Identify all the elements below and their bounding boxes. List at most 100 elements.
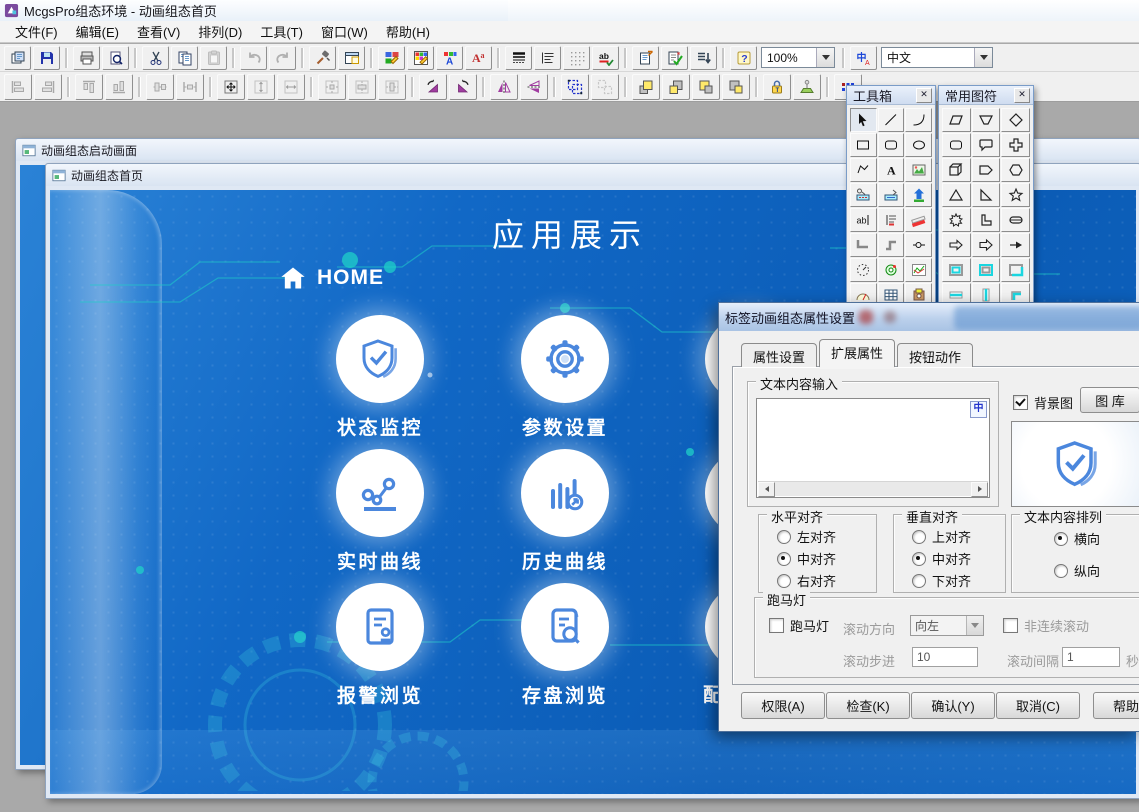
zoom-select[interactable]: 100% — [761, 47, 835, 68]
step-pipe-tool[interactable] — [878, 233, 905, 257]
app-titlebar[interactable]: McgsPro组态环境 - 动画组态首页 — [0, 0, 1139, 21]
toolbox-palette-titlebar[interactable]: 工具箱 ✕ — [847, 86, 935, 105]
background-image-checkbox[interactable]: 背景图 — [1013, 393, 1073, 412]
paste-button[interactable] — [200, 46, 227, 70]
text-tool[interactable]: A — [878, 158, 905, 182]
arc-tool[interactable] — [905, 108, 932, 132]
menu-tools[interactable]: 工具(T) — [251, 20, 312, 43]
cancel-button[interactable]: 取消(C) — [996, 692, 1080, 719]
animation-attributes-button[interactable] — [378, 46, 405, 70]
text-content-input[interactable]: 中 — [756, 398, 990, 498]
mini-trend-tool[interactable] — [905, 258, 932, 282]
ime-icon[interactable]: 中 — [970, 401, 987, 418]
scroll-left-icon[interactable] — [758, 482, 775, 497]
center-screen-button[interactable] — [318, 74, 346, 100]
chevron-down-icon[interactable] — [816, 48, 834, 67]
syntax-check-button[interactable] — [661, 46, 688, 70]
triangle-symbol[interactable] — [942, 183, 971, 207]
frame-a-symbol[interactable] — [942, 258, 971, 282]
dial-tool[interactable] — [850, 258, 877, 282]
chevron-down-icon[interactable] — [974, 48, 992, 67]
bitmap-tool[interactable] — [905, 158, 932, 182]
rect-tool[interactable] — [850, 133, 877, 157]
menu-file[interactable]: 文件(F) — [6, 20, 67, 43]
line-style-button[interactable] — [505, 46, 532, 70]
right-triangle-symbol[interactable] — [972, 183, 1001, 207]
spell-button[interactable]: ab — [592, 46, 619, 70]
radio-align-bottom[interactable]: 下对齐 — [912, 571, 971, 590]
hmi-button-param-settings[interactable]: 参数设置 — [495, 315, 635, 440]
confirm-button[interactable]: 确认(Y) — [911, 692, 995, 719]
space-equal-button[interactable] — [176, 74, 204, 100]
check-button[interactable]: 检查(K) — [826, 692, 910, 719]
font-button[interactable]: Aa — [465, 46, 492, 70]
fill-button[interactable] — [793, 74, 821, 100]
menu-view[interactable]: 查看(V) — [128, 20, 189, 43]
rotate-left-button[interactable] — [419, 74, 447, 100]
horizontal-scrollbar[interactable] — [758, 481, 988, 496]
label-tool[interactable]: ab — [850, 208, 877, 232]
cube-symbol[interactable] — [942, 158, 971, 182]
radio-horizontal[interactable]: 横向 — [1054, 529, 1100, 548]
close-icon[interactable]: ✕ — [1014, 88, 1030, 103]
dialog-titlebar[interactable]: 标签动画组态属性设置 — [719, 303, 1139, 331]
print-preview-button[interactable] — [102, 46, 129, 70]
flow-nav-tool[interactable] — [905, 183, 932, 207]
sort-button[interactable] — [690, 46, 717, 70]
knob-tool[interactable] — [878, 258, 905, 282]
tab-button-action[interactable]: 按钮动作 — [897, 343, 973, 367]
align-top-button[interactable] — [75, 74, 103, 100]
size-height-button[interactable] — [247, 74, 275, 100]
lock-button[interactable]: T — [763, 74, 791, 100]
flip-horizontal-button[interactable] — [520, 74, 548, 100]
close-icon[interactable]: ✕ — [916, 88, 932, 103]
new-button[interactable] — [4, 46, 31, 70]
burst-symbol[interactable] — [942, 208, 971, 232]
scroll-direction-select[interactable]: 向左 — [910, 615, 984, 636]
radio-align-left[interactable]: 左对齐 — [777, 527, 836, 546]
menu-edit[interactable]: 编辑(E) — [67, 20, 128, 43]
hmi-button-realtime-curve[interactable]: 实时曲线 — [310, 449, 450, 574]
center-vertical-button[interactable] — [378, 74, 406, 100]
home-button[interactable]: HOME — [278, 264, 384, 292]
diamond-symbol[interactable] — [1001, 108, 1030, 132]
pointer-tool[interactable] — [850, 108, 877, 132]
copy-button[interactable] — [171, 46, 198, 70]
scroll-interval-input[interactable]: 1 — [1062, 647, 1120, 667]
gallery-button[interactable]: 图 库 — [1080, 387, 1139, 413]
properties-button[interactable] — [632, 46, 659, 70]
grid-button[interactable] — [563, 46, 590, 70]
redo-button[interactable] — [269, 46, 296, 70]
send-back-button[interactable] — [662, 74, 690, 100]
middle-vertical-button[interactable] — [146, 74, 174, 100]
output-box-tool[interactable] — [878, 183, 905, 207]
capsule-symbol[interactable] — [1001, 208, 1030, 232]
hmi-button-history-curve[interactable]: 历史曲线 — [495, 449, 635, 574]
size-width-button[interactable] — [277, 74, 305, 100]
bring-front-button[interactable] — [632, 74, 660, 100]
arrow-outline-symbol[interactable] — [942, 233, 971, 257]
radio-vertical[interactable]: 纵向 — [1054, 561, 1100, 580]
hmi-button-alarm-view[interactable]: 报警浏览 — [310, 583, 450, 708]
hmi-button-status-monitor[interactable]: 状态监控 — [310, 315, 450, 440]
save-button[interactable] — [33, 46, 60, 70]
ruler-tool[interactable] — [905, 208, 932, 232]
hexagon-symbol[interactable] — [1001, 158, 1030, 182]
star-symbol[interactable] — [1001, 183, 1030, 207]
ellipse-tool[interactable] — [905, 133, 932, 157]
center-horizontal-button[interactable] — [348, 74, 376, 100]
marquee-checkbox[interactable]: 跑马灯 — [769, 616, 829, 635]
palette-button[interactable] — [407, 46, 434, 70]
tab-properties[interactable]: 属性设置 — [741, 343, 817, 367]
frame-c-symbol[interactable] — [1001, 258, 1030, 282]
rotate-right-button[interactable] — [449, 74, 477, 100]
align-right-button[interactable] — [34, 74, 62, 100]
parallelogram-symbol[interactable] — [942, 108, 971, 132]
scroll-step-input[interactable]: 10 — [912, 647, 978, 667]
flip-vertical-button[interactable] — [490, 74, 518, 100]
list-box-tool[interactable] — [878, 208, 905, 232]
radio-align-center[interactable]: 中对齐 — [777, 549, 836, 568]
workbench-button[interactable] — [309, 46, 336, 70]
arrow-tag-symbol[interactable] — [972, 158, 1001, 182]
symbols-palette-titlebar[interactable]: 常用图符 ✕ — [939, 86, 1033, 105]
